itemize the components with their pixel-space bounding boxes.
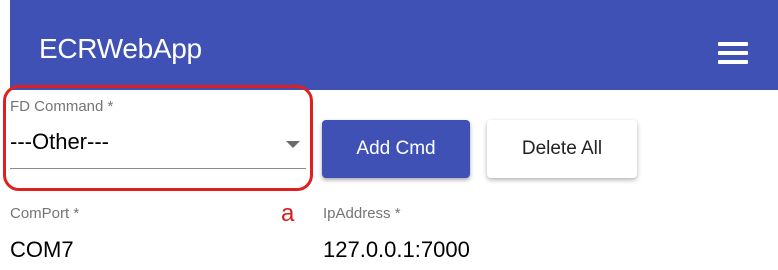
menu-line xyxy=(718,42,748,46)
com-port-label: ComPort * xyxy=(10,205,80,222)
ip-address-label: IpAddress * xyxy=(323,205,401,222)
menu-line xyxy=(718,60,748,64)
ip-address-value[interactable]: 127.0.0.1:7000 xyxy=(323,237,470,263)
fd-command-value[interactable]: ---Other--- xyxy=(10,129,109,155)
menu-line xyxy=(718,51,748,55)
hamburger-menu-icon[interactable] xyxy=(716,40,752,66)
select-underline xyxy=(10,168,306,169)
delete-all-button[interactable]: Delete All xyxy=(487,120,637,178)
add-cmd-button[interactable]: Add Cmd xyxy=(322,120,470,178)
dropdown-arrow-icon[interactable] xyxy=(286,141,300,148)
com-port-value[interactable]: COM7 xyxy=(10,237,74,263)
app-title: ECRWebApp xyxy=(39,33,202,64)
fd-command-label: FD Command * xyxy=(10,98,114,115)
fd-command-select[interactable]: FD Command * ---Other--- xyxy=(10,94,308,172)
annotation-label: a xyxy=(281,200,295,227)
app-bar: ECRWebApp xyxy=(10,0,778,90)
